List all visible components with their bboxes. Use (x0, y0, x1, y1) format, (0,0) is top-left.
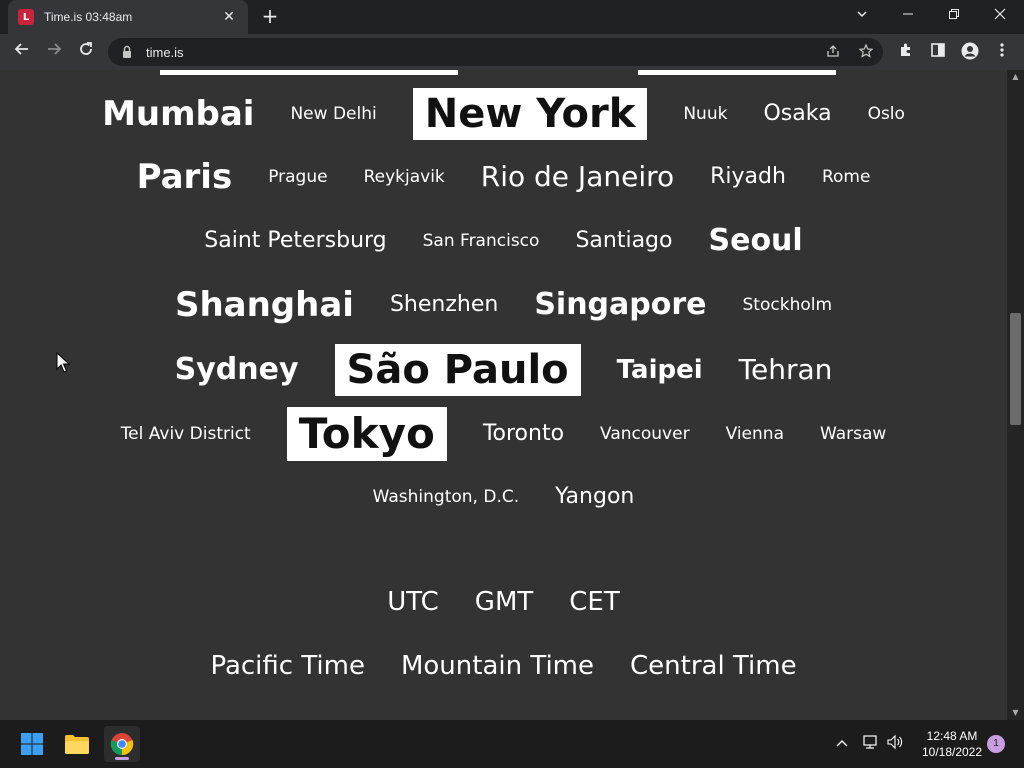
city-link[interactable]: San Francisco (405, 232, 558, 250)
start-button[interactable] (14, 726, 50, 762)
tab-strip: L Time.is 03:48am ✕ + (0, 0, 1024, 34)
network-icon[interactable] (860, 734, 880, 754)
cities-row: Mumbai New Delhi New York Nuuk Osaka Osl… (0, 87, 1007, 141)
reload-icon (80, 42, 92, 55)
city-link[interactable]: Prague (250, 168, 345, 186)
city-link[interactable]: Paris (119, 160, 251, 194)
timezone-link[interactable]: UTC (369, 587, 457, 617)
timeis-favicon-icon: L (18, 9, 34, 25)
cities-row: Tel Aviv District Tokyo Toronto Vancouve… (0, 407, 1007, 461)
timezone-link[interactable]: Pacific Time (192, 651, 383, 681)
city-link[interactable]: Shenzhen (372, 294, 516, 316)
timezone-link[interactable]: CET (551, 587, 637, 617)
folder-icon (65, 735, 89, 754)
city-link[interactable]: Toronto (465, 423, 582, 445)
city-link[interactable]: Nuuk (665, 105, 745, 123)
share-icon[interactable] (823, 44, 843, 62)
reload-button[interactable] (74, 40, 98, 64)
restore-button[interactable] (940, 4, 968, 28)
city-link[interactable]: New Delhi (272, 105, 394, 123)
timezone-link[interactable]: GMT (457, 587, 551, 617)
city-link[interactable]: Oslo (850, 105, 923, 123)
cities-row: Sydney São Paulo Taipei Tehran (0, 344, 1007, 396)
city-link-highlighted[interactable]: Tokyo (286, 407, 447, 461)
page-scrollbar[interactable]: ▲ ▼ (1007, 70, 1024, 720)
windows-taskbar: 12:48 AM 10/18/2022 1 (0, 720, 1024, 768)
city-link[interactable]: Vienna (708, 425, 802, 443)
mouse-cursor-icon (56, 352, 70, 373)
city-link[interactable]: Washington, D.C. (355, 488, 537, 506)
page-content: Mumbai New Delhi New York Nuuk Osaka Osl… (0, 70, 1007, 720)
city-link[interactable]: Warsaw (802, 425, 904, 443)
city-link[interactable]: Seoul (690, 226, 820, 256)
city-link[interactable]: Sydney (157, 355, 317, 385)
city-link[interactable]: Santiago (557, 230, 690, 252)
chrome-taskbar-button[interactable] (104, 726, 140, 762)
scrolled-row-remnant (638, 70, 836, 75)
city-link[interactable]: Taipei (599, 357, 721, 383)
city-link[interactable]: Tel Aviv District (103, 425, 269, 443)
lock-icon[interactable] (120, 45, 134, 59)
cities-row: Shanghai Shenzhen Singapore Stockholm (0, 282, 1007, 328)
close-window-button[interactable] (986, 4, 1014, 28)
extensions-puzzle-icon[interactable] (896, 42, 916, 62)
tab-close-icon[interactable]: ✕ (220, 9, 238, 25)
profile-avatar-icon[interactable] (960, 42, 980, 62)
cities-row: Paris Prague Reykjavik Rio de Janeiro Ri… (0, 154, 1007, 200)
clock-time: 12:48 AM (926, 729, 978, 743)
city-link[interactable]: Yangon (537, 486, 652, 508)
city-link-highlighted[interactable]: São Paulo (334, 344, 581, 396)
city-link[interactable]: Singapore (516, 290, 724, 320)
city-link-highlighted[interactable]: New York (412, 88, 648, 140)
new-tab-button[interactable]: + (258, 4, 282, 28)
address-bar[interactable]: time.is (108, 38, 883, 66)
city-link[interactable]: Riyadh (692, 166, 804, 188)
city-link[interactable]: Rome (804, 168, 888, 186)
back-arrow-icon (14, 43, 28, 55)
browser-menu-icon[interactable] (992, 42, 1012, 62)
timezone-row: Pacific Time Mountain Time Central Time (0, 646, 1007, 686)
browser-tab[interactable]: L Time.is 03:48am ✕ (8, 0, 248, 34)
city-link[interactable]: Stockholm (725, 296, 851, 314)
cities-row: Saint Petersburg San Francisco Santiago … (0, 218, 1007, 264)
city-link[interactable]: Rio de Janeiro (463, 163, 692, 191)
timezone-link[interactable]: Mountain Time (383, 651, 612, 681)
windows-logo-icon (21, 733, 43, 755)
city-link[interactable]: Vancouver (582, 425, 708, 443)
active-app-indicator (115, 757, 129, 760)
volume-icon[interactable] (885, 734, 905, 754)
clock-date: 10/18/2022 (921, 745, 983, 759)
show-hidden-icons-chevron-icon[interactable] (832, 734, 852, 754)
city-link[interactable]: Mumbai (84, 97, 272, 131)
city-link[interactable]: Shanghai (157, 288, 372, 322)
forward-arrow-icon (48, 43, 62, 55)
timezone-link[interactable]: Central Time (612, 651, 815, 681)
city-link[interactable]: Saint Petersburg (186, 230, 404, 252)
url-text: time.is (146, 44, 184, 60)
system-clock[interactable]: 12:48 AM 10/18/2022 (912, 728, 992, 760)
scrollbar-thumb[interactable] (1010, 313, 1021, 425)
city-link[interactable]: Tehran (721, 356, 851, 384)
browser-toolbar: time.is (0, 34, 1024, 70)
city-link[interactable]: Osaka (745, 103, 849, 125)
file-explorer-button[interactable] (59, 726, 95, 762)
scroll-down-arrow-icon[interactable]: ▼ (1007, 706, 1024, 720)
forward-button[interactable] (42, 40, 66, 64)
scroll-up-arrow-icon[interactable]: ▲ (1007, 70, 1024, 84)
city-link[interactable]: Reykjavik (346, 168, 463, 186)
back-button[interactable] (10, 40, 34, 64)
notification-badge[interactable]: 1 (987, 735, 1005, 753)
tab-title: Time.is 03:48am (44, 10, 133, 24)
tab-search-icon[interactable] (848, 4, 876, 28)
chrome-logo-icon (110, 733, 134, 756)
bookmark-star-icon[interactable] (856, 43, 876, 62)
minimize-button[interactable] (894, 4, 922, 28)
cities-row: Washington, D.C. Yangon (0, 478, 1007, 516)
side-panel-icon[interactable] (928, 42, 948, 62)
timezone-row: UTC GMT CET (0, 582, 1007, 622)
scrolled-row-remnant (160, 70, 458, 75)
